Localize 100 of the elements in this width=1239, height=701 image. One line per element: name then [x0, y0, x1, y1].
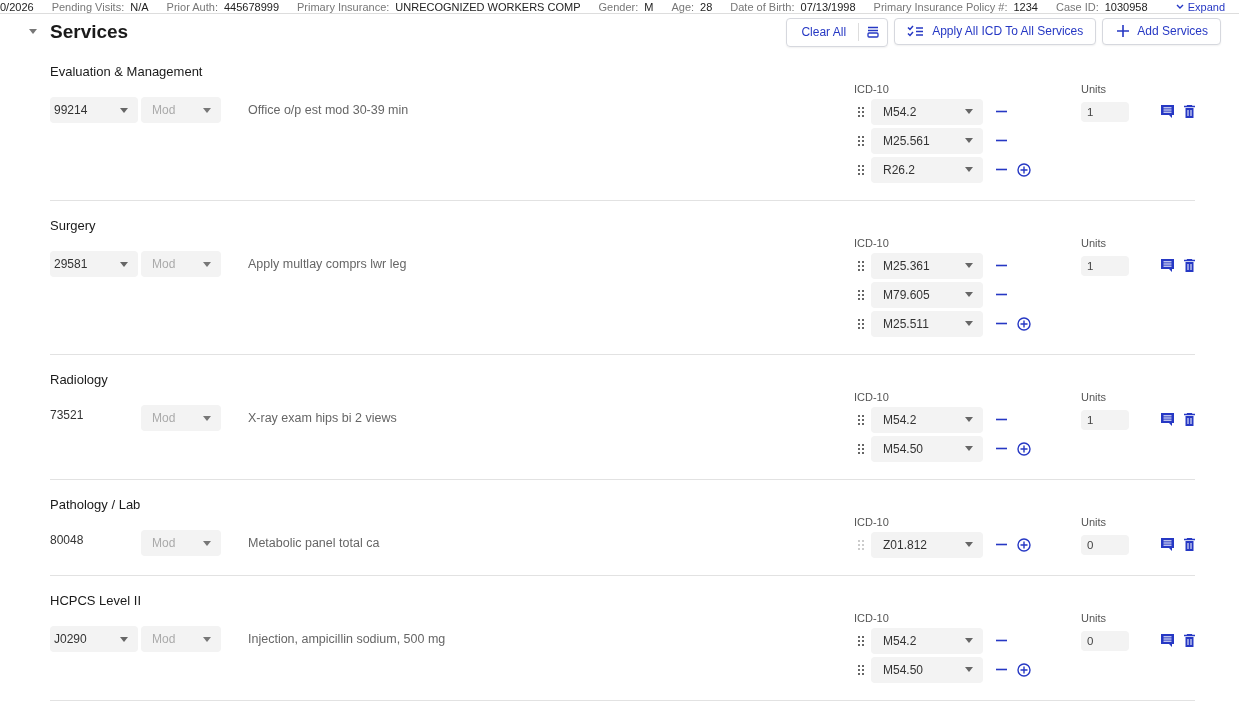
- trash-icon[interactable]: [1184, 413, 1195, 426]
- icd-dropdown[interactable]: M79.605: [871, 281, 983, 308]
- section-title: Services: [50, 21, 129, 43]
- drag-handle-icon[interactable]: [858, 635, 864, 646]
- add-circle-icon[interactable]: [1017, 662, 1031, 677]
- caret-icon: [120, 261, 128, 267]
- trash-icon[interactable]: [1184, 634, 1195, 647]
- caret-icon: [965, 638, 973, 643]
- caret-icon: [965, 109, 973, 114]
- caret-icon: [965, 446, 973, 451]
- units-field[interactable]: 1: [1081, 409, 1129, 430]
- comment-icon[interactable]: [1161, 634, 1174, 647]
- category-title: HCPCS Level II: [50, 594, 143, 608]
- drag-handle-icon[interactable]: [858, 664, 864, 675]
- icd-dropdown[interactable]: M54.2: [871, 627, 983, 654]
- icd-dropdown[interactable]: R26.2: [871, 156, 983, 183]
- drag-handle-icon[interactable]: [858, 318, 864, 329]
- add-circle-icon[interactable]: [1017, 441, 1031, 456]
- drag-handle-icon[interactable]: [858, 539, 864, 550]
- chevron-icon: [1175, 4, 1184, 9]
- field-label: ICD-10: [854, 236, 890, 251]
- comment-icon[interactable]: [1161, 105, 1174, 118]
- info-label: Primary Insurance:: [297, 0, 390, 13]
- field-label: ICD-10: [854, 390, 890, 405]
- checklist-icon: [907, 25, 925, 37]
- drag-handle-icon[interactable]: [858, 164, 864, 175]
- info-value: M: [644, 0, 654, 13]
- info-label: Date of Birth:: [730, 0, 795, 13]
- icd-dropdown[interactable]: Z01.812: [871, 531, 983, 558]
- caret-icon: [965, 667, 973, 672]
- field-label: ICD-10: [854, 611, 890, 626]
- info-label: Gender:: [598, 0, 639, 13]
- info-label: Pending Visits:: [51, 0, 125, 13]
- apply-all-icd-button[interactable]: Apply All ICD To All Services: [894, 17, 1097, 45]
- drag-handle-icon[interactable]: [858, 289, 864, 300]
- icd-dropdown[interactable]: M25.361: [871, 252, 983, 279]
- add-circle-icon[interactable]: [1017, 316, 1031, 331]
- info-value: 1030958: [1104, 0, 1148, 13]
- units-field[interactable]: 0: [1081, 534, 1129, 555]
- field-label: Units: [1081, 82, 1108, 97]
- units-field[interactable]: 1: [1081, 101, 1129, 122]
- field-label: Units: [1081, 236, 1108, 251]
- comment-icon[interactable]: [1161, 413, 1174, 426]
- field-label: Units: [1081, 390, 1108, 405]
- caret-icon: [203, 636, 211, 642]
- drag-handle-icon[interactable]: [858, 135, 864, 146]
- category-title: Surgery: [50, 219, 97, 233]
- caret-icon: [203, 415, 211, 421]
- trash-icon[interactable]: [1184, 259, 1195, 272]
- add-circle-icon[interactable]: [1017, 537, 1031, 552]
- icd-dropdown[interactable]: M25.561: [871, 127, 983, 154]
- icd-dropdown[interactable]: M54.2: [871, 406, 983, 433]
- trash-icon[interactable]: [1184, 105, 1195, 118]
- drag-handle-icon[interactable]: [858, 414, 864, 425]
- info-value: 1234: [1013, 0, 1038, 13]
- units-field[interactable]: 1: [1081, 255, 1129, 276]
- caret-icon: [120, 636, 128, 642]
- units-field[interactable]: 0: [1081, 630, 1129, 651]
- list-icon: [867, 26, 880, 38]
- code-dropdown[interactable]: J0290: [50, 626, 138, 652]
- category-title: Radiology: [50, 373, 109, 387]
- collapse-caret-icon[interactable]: [28, 29, 38, 35]
- info-value: 0/2026: [0, 0, 34, 13]
- info-value: 28: [700, 0, 713, 13]
- caret-icon: [965, 167, 973, 172]
- procedure-description: Apply multlay comprs lwr leg: [248, 257, 407, 271]
- drag-handle-icon[interactable]: [858, 443, 864, 454]
- category-title: Pathology / Lab: [50, 498, 142, 512]
- code-dropdown[interactable]: 29581: [50, 251, 138, 277]
- caret-icon: [965, 138, 973, 143]
- comment-icon[interactable]: [1161, 259, 1174, 272]
- caret-icon: [965, 417, 973, 422]
- caret-icon: [965, 263, 973, 268]
- drag-handle-icon[interactable]: [858, 260, 864, 271]
- procedure-description: X-ray exam hips bi 2 views: [248, 411, 397, 425]
- field-label: ICD-10: [854, 515, 890, 530]
- comment-icon[interactable]: [1161, 538, 1174, 551]
- trash-icon[interactable]: [1184, 538, 1195, 551]
- icd-dropdown[interactable]: M54.50: [871, 656, 983, 683]
- plus-icon: [1117, 25, 1130, 37]
- caret-icon: [120, 107, 128, 113]
- procedure-description: Office o/p est mod 30-39 min: [248, 103, 409, 117]
- clear-all-button[interactable]: Clear All: [787, 18, 859, 46]
- info-value: 07/13/1998: [800, 0, 856, 13]
- field-label: ICD-10: [854, 82, 890, 97]
- info-label: Primary Insurance Policy #:: [873, 0, 1008, 13]
- expand-link[interactable]: Expand: [1175, 0, 1225, 13]
- caret-icon: [203, 107, 211, 113]
- icd-dropdown[interactable]: M54.2: [871, 98, 983, 125]
- code-dropdown[interactable]: 99214: [50, 97, 138, 123]
- info-label: Case ID:: [1055, 0, 1099, 13]
- info-label: Prior Auth:: [166, 0, 218, 13]
- caret-icon: [965, 321, 973, 326]
- caret-icon: [965, 292, 973, 297]
- drag-handle-icon[interactable]: [858, 106, 864, 117]
- icd-dropdown[interactable]: M25.511: [871, 310, 983, 337]
- icd-dropdown[interactable]: M54.50: [871, 435, 983, 462]
- procedure-code: 80048: [50, 532, 85, 547]
- add-services-button[interactable]: Add Services: [1102, 17, 1221, 45]
- add-circle-icon[interactable]: [1017, 162, 1031, 177]
